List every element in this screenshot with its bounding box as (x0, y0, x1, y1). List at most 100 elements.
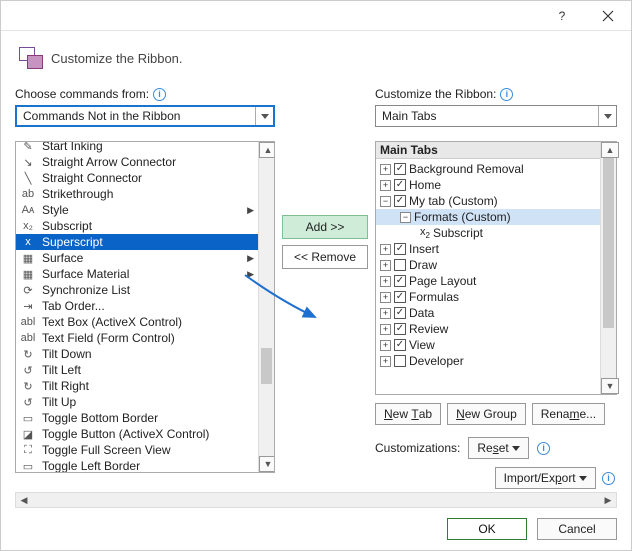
expand-icon[interactable]: + (380, 292, 391, 303)
checkbox[interactable]: ✓ (394, 323, 406, 335)
expand-icon[interactable]: + (380, 276, 391, 287)
tree-row[interactable]: +Developer (376, 353, 600, 369)
expand-icon[interactable]: + (380, 324, 391, 335)
command-icon: ⇥ (20, 298, 36, 314)
info-icon[interactable]: i (153, 88, 166, 101)
command-item[interactable]: ✎Start Inking (16, 141, 258, 154)
command-icon: ↻ (20, 378, 36, 394)
checkbox[interactable]: ✓ (394, 179, 406, 191)
expand-icon[interactable]: + (380, 356, 391, 367)
tree-row[interactable]: +✓View (376, 337, 600, 353)
add-button[interactable]: Add >> (282, 215, 368, 239)
scroll-left-icon[interactable]: ◀ (16, 493, 32, 507)
new-tab-button[interactable]: New Tab (375, 403, 441, 425)
command-label: Subscript (42, 219, 92, 233)
checkbox[interactable]: ✓ (394, 243, 406, 255)
submenu-arrow-icon: ▶ (247, 205, 254, 216)
scrollbar-vertical[interactable]: ▲ ▼ (258, 142, 274, 472)
command-item[interactable]: ▭Toggle Bottom Border (16, 410, 258, 426)
help-button[interactable]: ? (539, 1, 585, 31)
checkbox[interactable] (394, 355, 406, 367)
commands-from-combo[interactable]: Commands Not in the Ribbon (15, 105, 275, 127)
command-item[interactable]: ▦Surface▶ (16, 250, 258, 266)
tree-label: Page Layout (409, 274, 476, 288)
command-item[interactable]: ▦Surface Material▶ (16, 266, 258, 282)
tree-row[interactable]: +✓Background Removal (376, 161, 600, 177)
command-item[interactable]: ⛶Toggle Full Screen View (16, 442, 258, 458)
command-item[interactable]: AᴀStyle▶ (16, 202, 258, 218)
tree-row[interactable]: x2Subscript (376, 225, 600, 241)
tree-row[interactable]: +✓Data (376, 305, 600, 321)
tree-row[interactable]: +✓Page Layout (376, 273, 600, 289)
tree-row[interactable]: +✓Home (376, 177, 600, 193)
scrollbar-vertical[interactable]: ▲ ▼ (600, 142, 616, 394)
titlebar: ? (1, 1, 631, 31)
scroll-up-icon[interactable]: ▲ (259, 142, 275, 158)
tree-label: Formats (Custom) (414, 210, 511, 224)
collapse-icon[interactable]: − (400, 212, 411, 223)
subscript-icon: x2 (420, 226, 430, 240)
checkbox[interactable] (394, 259, 406, 271)
scroll-down-icon[interactable]: ▼ (601, 378, 619, 394)
expand-icon[interactable]: + (380, 244, 391, 255)
cancel-button[interactable]: Cancel (537, 518, 617, 540)
tree-row[interactable]: −Formats (Custom) (376, 209, 600, 225)
tree-header: Main Tabs (376, 142, 600, 159)
command-item[interactable]: ⟳Synchronize List (16, 282, 258, 298)
command-label: Tilt Left (42, 363, 81, 377)
command-item[interactable]: ╲Straight Connector (16, 170, 258, 186)
close-button[interactable] (585, 1, 631, 31)
reset-button[interactable]: Reset (468, 437, 529, 459)
checkbox[interactable]: ✓ (394, 275, 406, 287)
collapse-icon[interactable]: − (380, 196, 391, 207)
tree-row[interactable]: +✓Insert (376, 241, 600, 257)
command-item[interactable]: ↺Tilt Left (16, 362, 258, 378)
checkbox[interactable]: ✓ (394, 307, 406, 319)
command-icon: ╲ (20, 170, 36, 186)
target-combo[interactable]: Main Tabs (375, 105, 617, 127)
expand-icon[interactable]: + (380, 180, 391, 191)
info-icon[interactable]: i (602, 472, 615, 485)
checkbox[interactable]: ✓ (394, 291, 406, 303)
rename-button[interactable]: Rename... (532, 403, 605, 425)
command-item[interactable]: ablText Box (ActiveX Control) (16, 314, 258, 330)
close-icon (602, 10, 614, 22)
remove-button[interactable]: << Remove (282, 245, 368, 269)
scroll-up-icon[interactable]: ▲ (601, 142, 619, 158)
scroll-down-icon[interactable]: ▼ (259, 456, 275, 472)
command-item[interactable]: x₂Subscript (16, 218, 258, 234)
info-icon[interactable]: i (537, 442, 550, 455)
checkbox[interactable]: ✓ (394, 163, 406, 175)
scrollbar-horizontal[interactable]: ◀ ▶ (15, 492, 617, 508)
command-item[interactable]: ↻Tilt Down (16, 346, 258, 362)
tree-label: Home (409, 178, 441, 192)
tree-row[interactable]: −✓My tab (Custom) (376, 193, 600, 209)
command-item[interactable]: ↘Straight Arrow Connector (16, 154, 258, 170)
expand-icon[interactable]: + (380, 340, 391, 351)
import-export-button[interactable]: Import/Export (495, 467, 596, 489)
ribbon-tree[interactable]: Main Tabs +✓Background Removal+✓Home−✓My… (375, 141, 617, 395)
command-item[interactable]: xSuperscript (16, 234, 258, 250)
info-icon[interactable]: i (500, 88, 513, 101)
new-group-button[interactable]: New Group (447, 403, 526, 425)
command-item[interactable]: ▭Toggle Left Border (16, 458, 258, 473)
checkbox[interactable]: ✓ (394, 195, 406, 207)
scroll-right-icon[interactable]: ▶ (600, 493, 616, 507)
expand-icon[interactable]: + (380, 308, 391, 319)
commands-listbox[interactable]: ✎Start Inking↘Straight Arrow Connector╲S… (15, 141, 275, 473)
command-item[interactable]: ↻Tilt Right (16, 378, 258, 394)
command-item[interactable]: abStrikethrough (16, 186, 258, 202)
command-item[interactable]: ◪Toggle Button (ActiveX Control) (16, 426, 258, 442)
command-item[interactable]: ablText Field (Form Control) (16, 330, 258, 346)
ok-button[interactable]: OK (447, 518, 527, 540)
tree-row[interactable]: +✓Review (376, 321, 600, 337)
tree-row[interactable]: +✓Formulas (376, 289, 600, 305)
tree-row[interactable]: +Draw (376, 257, 600, 273)
checkbox[interactable]: ✓ (394, 339, 406, 351)
command-item[interactable]: ↺Tilt Up (16, 394, 258, 410)
page-title: Customize the Ribbon. (51, 51, 183, 66)
command-item[interactable]: ⇥Tab Order... (16, 298, 258, 314)
expand-icon[interactable]: + (380, 164, 391, 175)
expand-icon[interactable]: + (380, 260, 391, 271)
command-icon: Aᴀ (20, 202, 36, 218)
